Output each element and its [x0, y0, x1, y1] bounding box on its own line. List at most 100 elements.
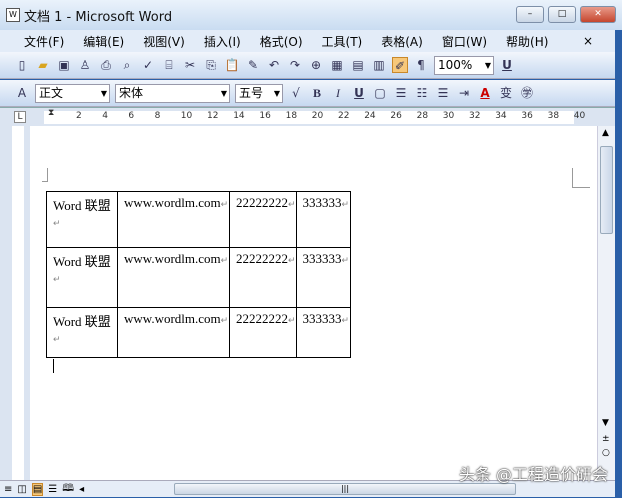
close-document-button[interactable]: ×: [583, 34, 593, 48]
scroll-left-icon[interactable]: ◂: [79, 484, 84, 495]
table-cell[interactable]: 22222222↵: [229, 191, 297, 248]
cell-end-mark: ↵: [341, 315, 350, 325]
document-table[interactable]: Word 联盟↵ www.wordlm.com↵ 22222222↵ 333333↵ W…: [46, 191, 351, 358]
redo-icon[interactable]: ↷: [287, 57, 303, 73]
font-color-button[interactable]: A: [477, 85, 493, 101]
cell-end-mark: ↵: [220, 199, 229, 209]
table-cell[interactable]: 333333↵: [295, 247, 351, 308]
ruler-tick-label: 8: [154, 111, 161, 121]
menu-table[interactable]: 表格(A): [381, 33, 423, 50]
table-cell[interactable]: www.wordlm.com↵: [117, 307, 230, 358]
table-cell[interactable]: Word 联盟 ↵: [46, 307, 118, 358]
table-cell[interactable]: www.wordlm.com↵: [117, 247, 230, 308]
horizontal-ruler[interactable]: L ⧗ 2 4 6 8 10 12 14 16 18 20 22 24 26 28 30 32 34 36 38 40: [0, 107, 622, 126]
table-cell[interactable]: 22222222↵: [229, 247, 297, 308]
cut-icon[interactable]: ✂: [182, 57, 198, 73]
menu-help[interactable]: 帮助(H): [506, 33, 548, 50]
outline-view-icon[interactable]: ☰: [48, 484, 57, 495]
menu-tools[interactable]: 工具(T): [322, 33, 363, 50]
open-icon[interactable]: ▰: [35, 57, 51, 73]
ruler-tick-label: 20: [311, 111, 324, 121]
cell-text: 333333: [302, 251, 342, 266]
menu-file[interactable]: 文件(F): [24, 33, 64, 50]
indent-marker-icon[interactable]: ⧗: [48, 108, 54, 118]
text-cursor: [53, 359, 54, 373]
table-cell[interactable]: 22222222↵: [229, 307, 297, 358]
tables-borders-icon[interactable]: ▦: [329, 57, 345, 73]
chevron-down-icon: ▼: [220, 88, 227, 98]
new-icon[interactable]: ▯: [14, 57, 30, 73]
scroll-up-icon[interactable]: ▲: [602, 128, 609, 138]
ruler-tick-label: 14: [233, 111, 245, 121]
equation-icon[interactable]: √: [288, 85, 304, 101]
print-layout-view-icon[interactable]: ▤: [31, 482, 44, 496]
select-browse-object-icon[interactable]: ○: [602, 448, 610, 458]
underline-button[interactable]: U: [351, 85, 367, 101]
save-icon[interactable]: ▣: [56, 57, 72, 73]
normal-view-icon[interactable]: ≡: [4, 484, 12, 495]
zoom-select[interactable]: 100% ▼: [434, 55, 494, 75]
table-cell[interactable]: 333333↵: [295, 307, 351, 358]
table-cell[interactable]: 333333↵: [295, 191, 351, 248]
scroll-thumb[interactable]: [600, 146, 613, 234]
cell-end-mark: ↵: [53, 274, 61, 284]
align-center-icon[interactable]: ☰: [393, 85, 409, 101]
paste-icon[interactable]: 📋: [224, 57, 240, 73]
bold-button[interactable]: B: [309, 85, 325, 101]
standard-toolbar: ▯ ▰ ▣ ♙ ⎙ ⌕ ✓ ⌸ ✂ ⎘ 📋 ✎ ↶ ↷ ⊕ ▦ ▤ ▥ ✐ ¶ …: [0, 52, 622, 79]
drawing-icon[interactable]: ✐: [392, 57, 408, 73]
spelling-icon[interactable]: ✓: [140, 57, 156, 73]
table-cell[interactable]: Word 联盟 ↵: [46, 247, 118, 308]
font-select[interactable]: 宋体 ▼: [115, 83, 230, 103]
underline-button[interactable]: U: [499, 57, 515, 73]
vertical-ruler: [0, 126, 30, 480]
style-select[interactable]: 正文 ▼: [35, 83, 110, 103]
menu-window[interactable]: 窗口(W): [442, 33, 487, 50]
table-cell[interactable]: Word 联盟 ↵: [46, 191, 118, 248]
menu-format[interactable]: 格式(O): [260, 33, 303, 50]
hyperlink-icon[interactable]: ⊕: [308, 57, 324, 73]
styles-icon[interactable]: A: [14, 85, 30, 101]
italic-button[interactable]: I: [330, 85, 346, 101]
tab-selector[interactable]: L: [14, 111, 26, 123]
table-row: Word 联盟↵ www.wordlm.com↵ 22222222↵ 333333↵: [46, 191, 351, 248]
table-row: Word 联盟↵ www.wordlm.com↵ 22222222↵ 333333↵: [46, 307, 351, 358]
char-border-icon[interactable]: ▢: [372, 85, 388, 101]
numbering-icon[interactable]: ☷: [414, 85, 430, 101]
close-button[interactable]: ✕: [580, 6, 616, 23]
copy-icon[interactable]: ⎘: [203, 57, 219, 73]
scroll-down-icon[interactable]: ▼: [602, 418, 609, 428]
insert-table-icon[interactable]: ▤: [350, 57, 366, 73]
menu-insert[interactable]: 插入(I): [204, 33, 241, 50]
research-icon[interactable]: ⌸: [161, 57, 177, 73]
permission-icon[interactable]: ♙: [77, 57, 93, 73]
print-preview-icon[interactable]: ⌕: [119, 57, 135, 73]
insert-excel-icon[interactable]: ▥: [371, 57, 387, 73]
cell-end-mark: ↵: [341, 199, 350, 209]
format-painter-icon[interactable]: ✎: [245, 57, 261, 73]
phonetic-guide-icon[interactable]: 变: [498, 85, 514, 101]
vertical-scrollbar[interactable]: ▲ ▼ ± ○: [597, 126, 615, 480]
bullets-icon[interactable]: ☰: [435, 85, 451, 101]
menu-edit[interactable]: 编辑(E): [83, 33, 124, 50]
indent-icon[interactable]: ⇥: [456, 85, 472, 101]
undo-icon[interactable]: ↶: [266, 57, 282, 73]
ruler-tick-label: 4: [102, 111, 108, 121]
minimize-button[interactable]: –: [516, 6, 544, 23]
cell-text: 22222222: [236, 311, 288, 326]
font-size-select[interactable]: 五号 ▼: [235, 83, 283, 103]
title-bar: W 文档 1 - Microsoft Word – □ ✕: [0, 0, 622, 30]
cell-end-mark: ↵: [288, 199, 296, 209]
print-icon[interactable]: ⎙: [98, 57, 114, 73]
reading-view-icon[interactable]: 🕮: [62, 481, 74, 498]
maximize-button[interactable]: □: [548, 6, 576, 23]
prev-page-icon[interactable]: ±: [602, 434, 610, 444]
document-page[interactable]: Word 联盟↵ www.wordlm.com↵ 22222222↵ 333333↵ W…: [30, 126, 597, 480]
web-view-icon[interactable]: ◫: [17, 484, 26, 495]
show-hide-icon[interactable]: ¶: [413, 57, 429, 73]
cell-end-mark: ↵: [288, 255, 296, 265]
cell-text: www.wordlm.com: [124, 195, 221, 210]
table-cell[interactable]: www.wordlm.com↵: [117, 191, 230, 248]
menu-view[interactable]: 视图(V): [143, 33, 185, 50]
enclose-char-icon[interactable]: ㊫: [519, 85, 535, 101]
